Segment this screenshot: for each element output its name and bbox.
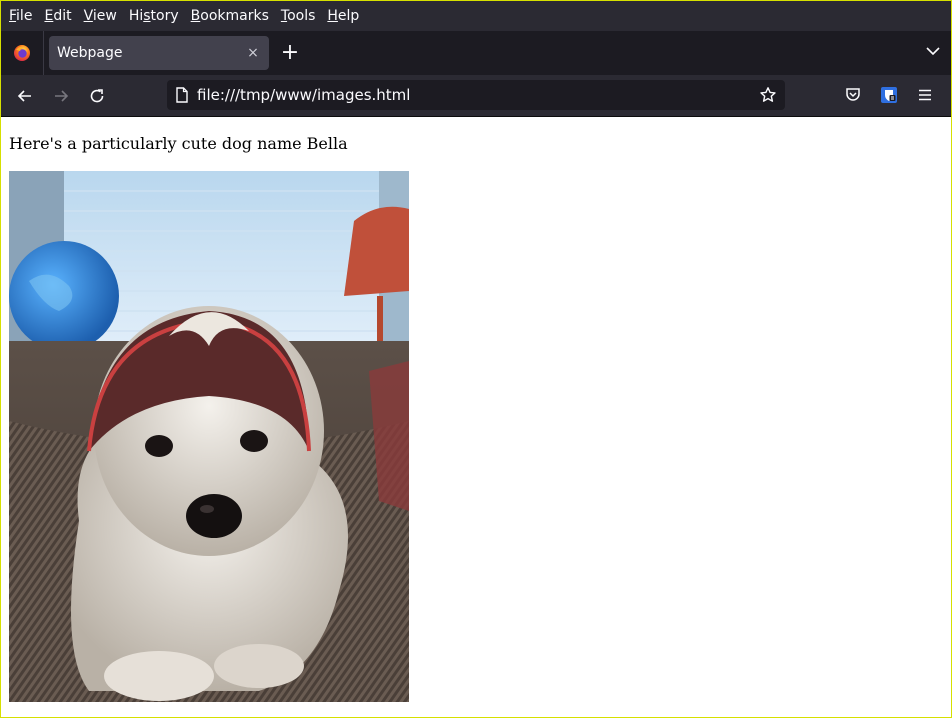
menu-view[interactable]: View: [78, 1, 123, 31]
page-paragraph: Here's a particularly cute dog name Bell…: [9, 134, 348, 153]
menu-tools[interactable]: Tools: [275, 1, 322, 31]
url-bar[interactable]: file:///tmp/www/images.html: [167, 80, 785, 110]
reload-icon: [90, 88, 104, 102]
tab-strip: Webpage × +: [1, 31, 951, 75]
navigation-toolbar: file:///tmp/www/images.html: [1, 75, 951, 117]
bookmark-star-icon[interactable]: [759, 86, 777, 104]
arrow-left-icon: [17, 89, 31, 102]
menu-file[interactable]: File: [3, 1, 38, 31]
menu-history[interactable]: History: [123, 1, 185, 31]
new-tab-button[interactable]: +: [273, 42, 307, 64]
pocket-button[interactable]: [835, 79, 871, 111]
back-button[interactable]: [7, 80, 43, 112]
toolbar-right: [835, 79, 943, 111]
menu-bookmarks[interactable]: Bookmarks: [185, 1, 275, 31]
firefox-view-button[interactable]: [1, 31, 44, 75]
extension-button[interactable]: [871, 79, 907, 111]
pocket-icon: [846, 88, 860, 101]
hamburger-menu-icon: [919, 89, 931, 101]
menu-bar: File Edit View History Bookmarks Tools H…: [1, 1, 951, 31]
dog-photo-illustration: [9, 171, 409, 702]
browser-window: File Edit View History Bookmarks Tools H…: [0, 0, 952, 718]
url-text[interactable]: file:///tmp/www/images.html: [189, 86, 759, 104]
reload-button[interactable]: [79, 80, 115, 112]
arrow-right-icon: [55, 89, 69, 102]
menu-help[interactable]: Help: [321, 1, 365, 31]
app-menu-button[interactable]: [907, 79, 943, 111]
page-icon: [176, 87, 188, 103]
tab-webpage[interactable]: Webpage ×: [49, 36, 269, 70]
menu-edit[interactable]: Edit: [38, 1, 77, 31]
forward-button[interactable]: [43, 80, 79, 112]
firefox-logo-icon: [14, 45, 30, 61]
page-content: Here's a particularly cute dog name Bell…: [1, 117, 951, 717]
dog-photo: [9, 171, 409, 702]
chevron-down-icon: [926, 47, 940, 56]
close-tab-icon[interactable]: ×: [245, 45, 261, 61]
list-all-tabs-button[interactable]: [925, 43, 941, 63]
tab-title: Webpage: [57, 45, 123, 61]
shield-extension-icon: [881, 87, 897, 103]
